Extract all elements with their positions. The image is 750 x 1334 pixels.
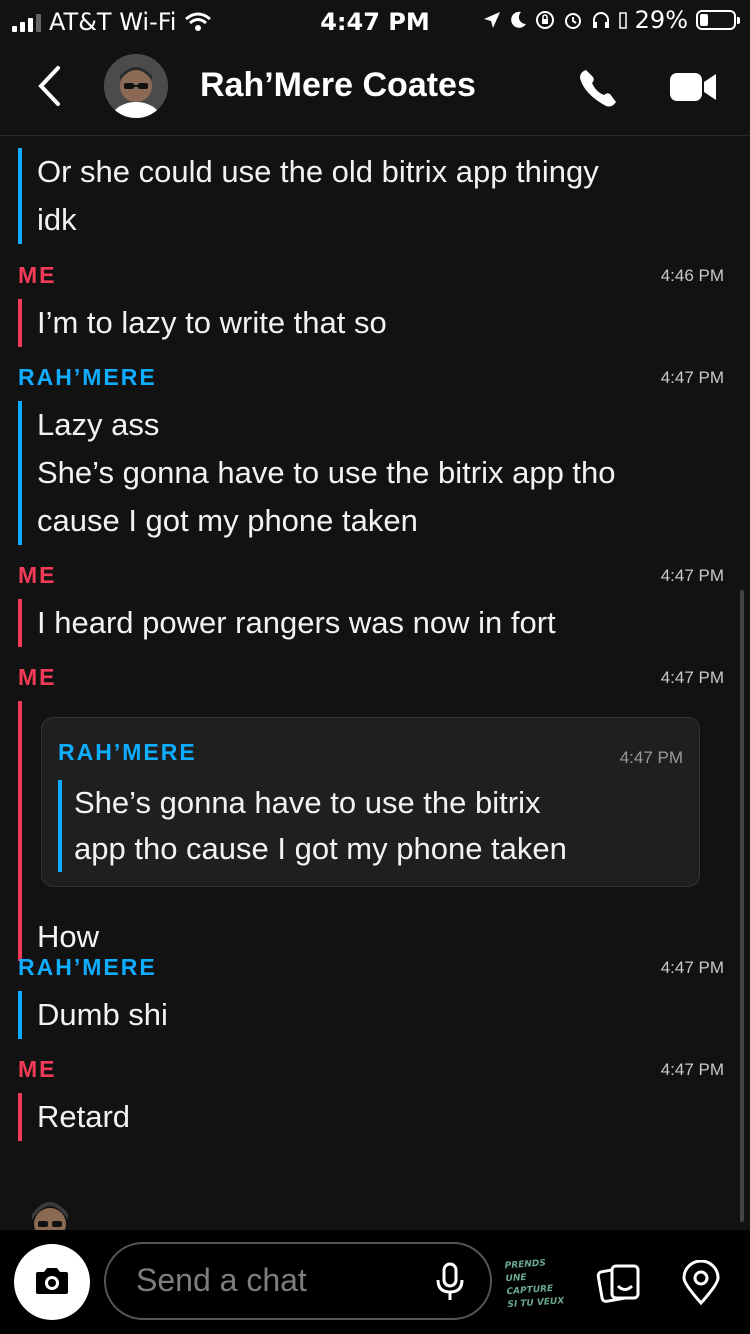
sender-label: ME	[18, 664, 57, 690]
message-group: ME 4:46 PM I’m to lazy to write that so	[18, 262, 724, 347]
quoted-text: She’s gonna have to use the bitrix app t…	[58, 780, 683, 872]
message-line: cause I got my phone taken	[37, 503, 418, 538]
quoted-line: app tho cause I got my phone taken	[74, 831, 567, 866]
quoted-line: She’s gonna have to use the bitrix	[74, 785, 541, 820]
bitmoji-avatar-icon	[32, 1202, 68, 1230]
chevron-left-icon[interactable]	[36, 64, 62, 108]
message-timestamp: 4:47 PM	[660, 566, 724, 585]
message-line: She’s gonna have to use the bitrix app t…	[37, 455, 616, 490]
message-group: RAH’MERE 4:47 PM Lazy ass She’s gonna ha…	[18, 364, 724, 545]
location-arrow-icon	[483, 12, 500, 28]
message-timestamp: 4:47 PM	[660, 1060, 724, 1079]
sender-label: ME	[18, 562, 57, 588]
message-line: I’m to lazy to write that so	[37, 305, 387, 340]
message-timestamp: 4:47 PM	[660, 368, 724, 387]
sender-label: RAH’MERE	[18, 954, 157, 980]
sender-label: ME	[18, 262, 57, 288]
avatar[interactable]	[104, 54, 168, 118]
headphones-icon	[592, 12, 609, 28]
moon-icon	[510, 11, 526, 28]
rotation-lock-icon	[535, 11, 554, 29]
contact-name[interactable]: Rah’Mere Coates	[200, 66, 476, 105]
memories-icon[interactable]	[596, 1260, 642, 1306]
message-text[interactable]: Dumb shi	[18, 991, 724, 1039]
message-group: ME 4:47 PM I heard power rangers was now…	[18, 562, 724, 647]
quoted-timestamp: 4:47 PM	[619, 748, 683, 767]
message-text[interactable]: Lazy ass She’s gonna have to use the bit…	[18, 401, 724, 545]
sender-label: ME	[18, 1056, 57, 1082]
message-timestamp: 4:47 PM	[660, 958, 724, 977]
message-group: Or she could use the old bitrix app thin…	[18, 148, 724, 244]
chat-input[interactable]: Send a chat	[104, 1242, 492, 1320]
message-group: ME 4:47 PM RAH’MERE 4:47 PM She’s gonna …	[18, 664, 724, 961]
sticker-button[interactable]: PRENDS UNE CAPTURE SI TU VEUX	[504, 1256, 571, 1310]
message-timestamp: 4:46 PM	[660, 266, 724, 285]
bitmoji-avatar-icon	[104, 54, 168, 118]
composer-bar: Send a chat PRENDS UNE CAPTURE SI TU VEU…	[0, 1230, 750, 1334]
message-timestamp: 4:47 PM	[660, 668, 724, 687]
message-line: idk	[37, 202, 77, 237]
camera-button[interactable]	[14, 1244, 90, 1320]
quoted-sender-label: RAH’MERE	[58, 739, 197, 765]
message-line: Lazy ass	[37, 407, 160, 442]
status-bar: AT&T Wi-Fi 4:47 PM 29%	[0, 0, 750, 40]
phone-icon[interactable]	[576, 66, 620, 110]
status-right: 29%	[483, 6, 740, 34]
battery-mini-icon	[618, 12, 627, 29]
message-text[interactable]: I heard power rangers was now in fort	[18, 599, 724, 647]
message-text[interactable]: Or she could use the old bitrix app thin…	[18, 148, 724, 244]
quoted-message[interactable]: RAH’MERE 4:47 PM She’s gonna have to use…	[41, 717, 700, 887]
alarm-icon	[564, 13, 581, 29]
friend-bitmoji-peek	[18, 1190, 82, 1230]
message-line: Retard	[37, 1099, 131, 1134]
battery-icon	[696, 10, 740, 30]
video-camera-icon[interactable]	[670, 70, 718, 104]
message-line: Dumb shi	[37, 997, 168, 1032]
message-line: Or she could use the old bitrix app thin…	[37, 154, 599, 189]
message-group: ME 4:47 PM Retard	[18, 1056, 724, 1141]
microphone-icon[interactable]	[434, 1260, 466, 1304]
chat-input-placeholder: Send a chat	[136, 1262, 307, 1298]
message-line: I heard power rangers was now in fort	[37, 605, 556, 640]
scrollbar[interactable]	[740, 590, 744, 1222]
camera-icon	[36, 1268, 68, 1294]
message-group: RAH’MERE 4:47 PM Dumb shi	[18, 954, 724, 1039]
sender-label: RAH’MERE	[18, 364, 157, 390]
location-pin-icon[interactable]	[680, 1260, 722, 1306]
battery-percent: 29%	[634, 6, 688, 34]
chat-header: Rah’Mere Coates	[0, 40, 750, 136]
message-list[interactable]: Or she could use the old bitrix app thin…	[0, 136, 750, 1230]
message-text[interactable]: RAH’MERE 4:47 PM She’s gonna have to use…	[18, 701, 724, 961]
message-text[interactable]: I’m to lazy to write that so	[18, 299, 724, 347]
message-text[interactable]: Retard	[18, 1093, 724, 1141]
